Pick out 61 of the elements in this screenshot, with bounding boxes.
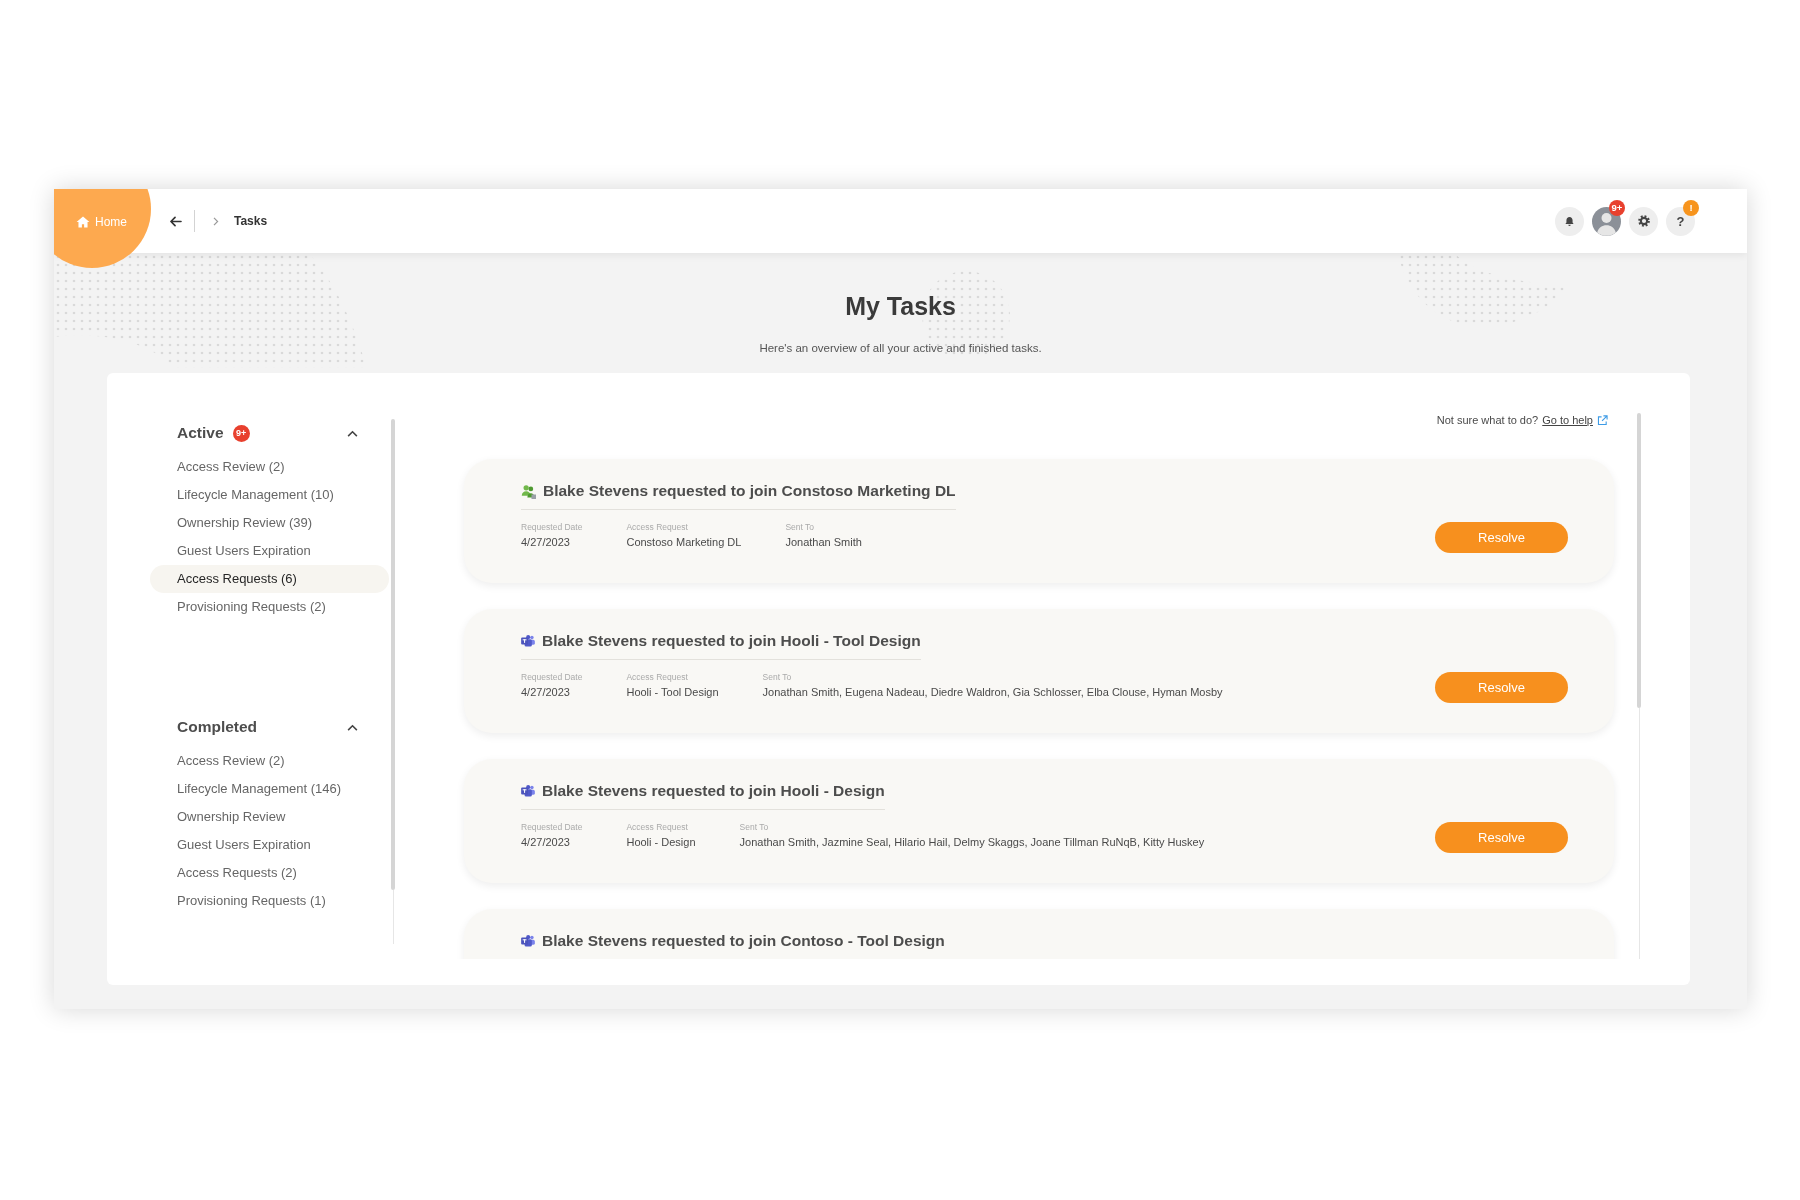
field-value: Jonathan Smith, Eugena Nadeau, Diedre Waldron, Gia Schlosser, Elba Clouse, Hyman Mosby [762,685,1223,700]
scrollbar-thumb[interactable] [1637,413,1641,708]
person-avatar-icon[interactable] [1592,206,1621,236]
field-label: Requested Date [521,521,583,534]
field-value: Jonathan Smith, Jazmine Seal, Hilario Hail, Delmy Skaggs, Joane Tillman RuNqB, Kitty Huskey [739,835,1205,850]
sidebar-item[interactable]: Lifecycle Management (146) [150,775,389,803]
task-title: Blake Stevens requested to join Hooli - Design [542,781,885,801]
sidebar-item[interactable]: Access Requests (6) [150,565,389,593]
alert-badge: ! [1683,199,1699,216]
count-badge: 9+ [232,424,250,442]
external-link-icon [1597,414,1608,426]
field-label: Requested Date [521,671,583,684]
chevron-right-icon [213,216,219,226]
chevron-up-icon[interactable] [347,723,358,731]
task-title: Blake Stevens requested to join Hooli - Tool Design [542,631,921,651]
field-label: Access Request [626,521,688,534]
page-subtitle: Here's an overview of all your active and finished tasks. [759,341,1042,356]
team-icon [521,935,535,947]
field-label: Requested Date [521,821,583,834]
field-label: Sent To [785,521,815,534]
team-icon [521,785,535,797]
chevron-up-icon[interactable] [347,429,358,437]
field-value: 4/27/2023 [521,535,570,550]
help-prompt: Not sure what to do? [1436,413,1539,427]
sidebar-item[interactable]: Ownership Review (39) [150,509,389,537]
section-title: Active [177,423,224,443]
notification-badge: 9+ [1609,199,1625,216]
field-label: Access Request [626,671,688,684]
field-label: Sent To [762,671,792,684]
notifications-button[interactable] [1555,206,1584,236]
sidebar-item[interactable]: Lifecycle Management (10) [150,481,389,509]
field-label: Access Request [626,821,688,834]
gear-icon [1637,215,1650,227]
field-value: Hooli - Design [626,835,696,850]
people-icon [521,483,536,499]
home-icon [76,215,90,228]
help-link[interactable]: Go to help [1542,413,1608,427]
sidebar-item[interactable]: Guest Users Expiration [150,537,389,565]
field-value: 4/27/2023 [521,835,570,850]
sidebar-item[interactable]: Provisioning Requests (2) [150,593,389,621]
sidebar-item[interactable]: Access Review (2) [150,747,389,775]
bell-icon [1564,215,1575,227]
page-title: My Tasks [845,291,956,321]
field-label: Sent To [739,821,769,834]
field-value: Hooli - Tool Design [626,685,719,700]
sidebar-item[interactable]: Access Requests (2) [150,859,389,887]
task-title: Blake Stevens requested to join Constoso Marketing DL [543,481,956,501]
field-value: Jonathan Smith [785,535,862,550]
sidebar-item[interactable]: Provisioning Requests (1) [150,887,389,915]
sidebar-item[interactable]: Ownership Review [150,803,389,831]
breadcrumb-current: Tasks [234,213,268,230]
scrollbar-thumb[interactable] [391,419,395,890]
settings-button[interactable] [1629,206,1658,236]
team-icon [521,635,535,647]
field-value: 4/27/2023 [521,685,570,700]
field-value: Constoso Marketing DL [626,535,742,550]
back-arrow-icon[interactable] [169,215,182,227]
sidebar-item[interactable]: Access Review (2) [150,453,389,481]
sidebar-item[interactable]: Guest Users Expiration [150,831,389,859]
task-title: Blake Stevens requested to join Contoso - Tool Design [542,931,945,951]
section-title: Completed [177,717,258,737]
